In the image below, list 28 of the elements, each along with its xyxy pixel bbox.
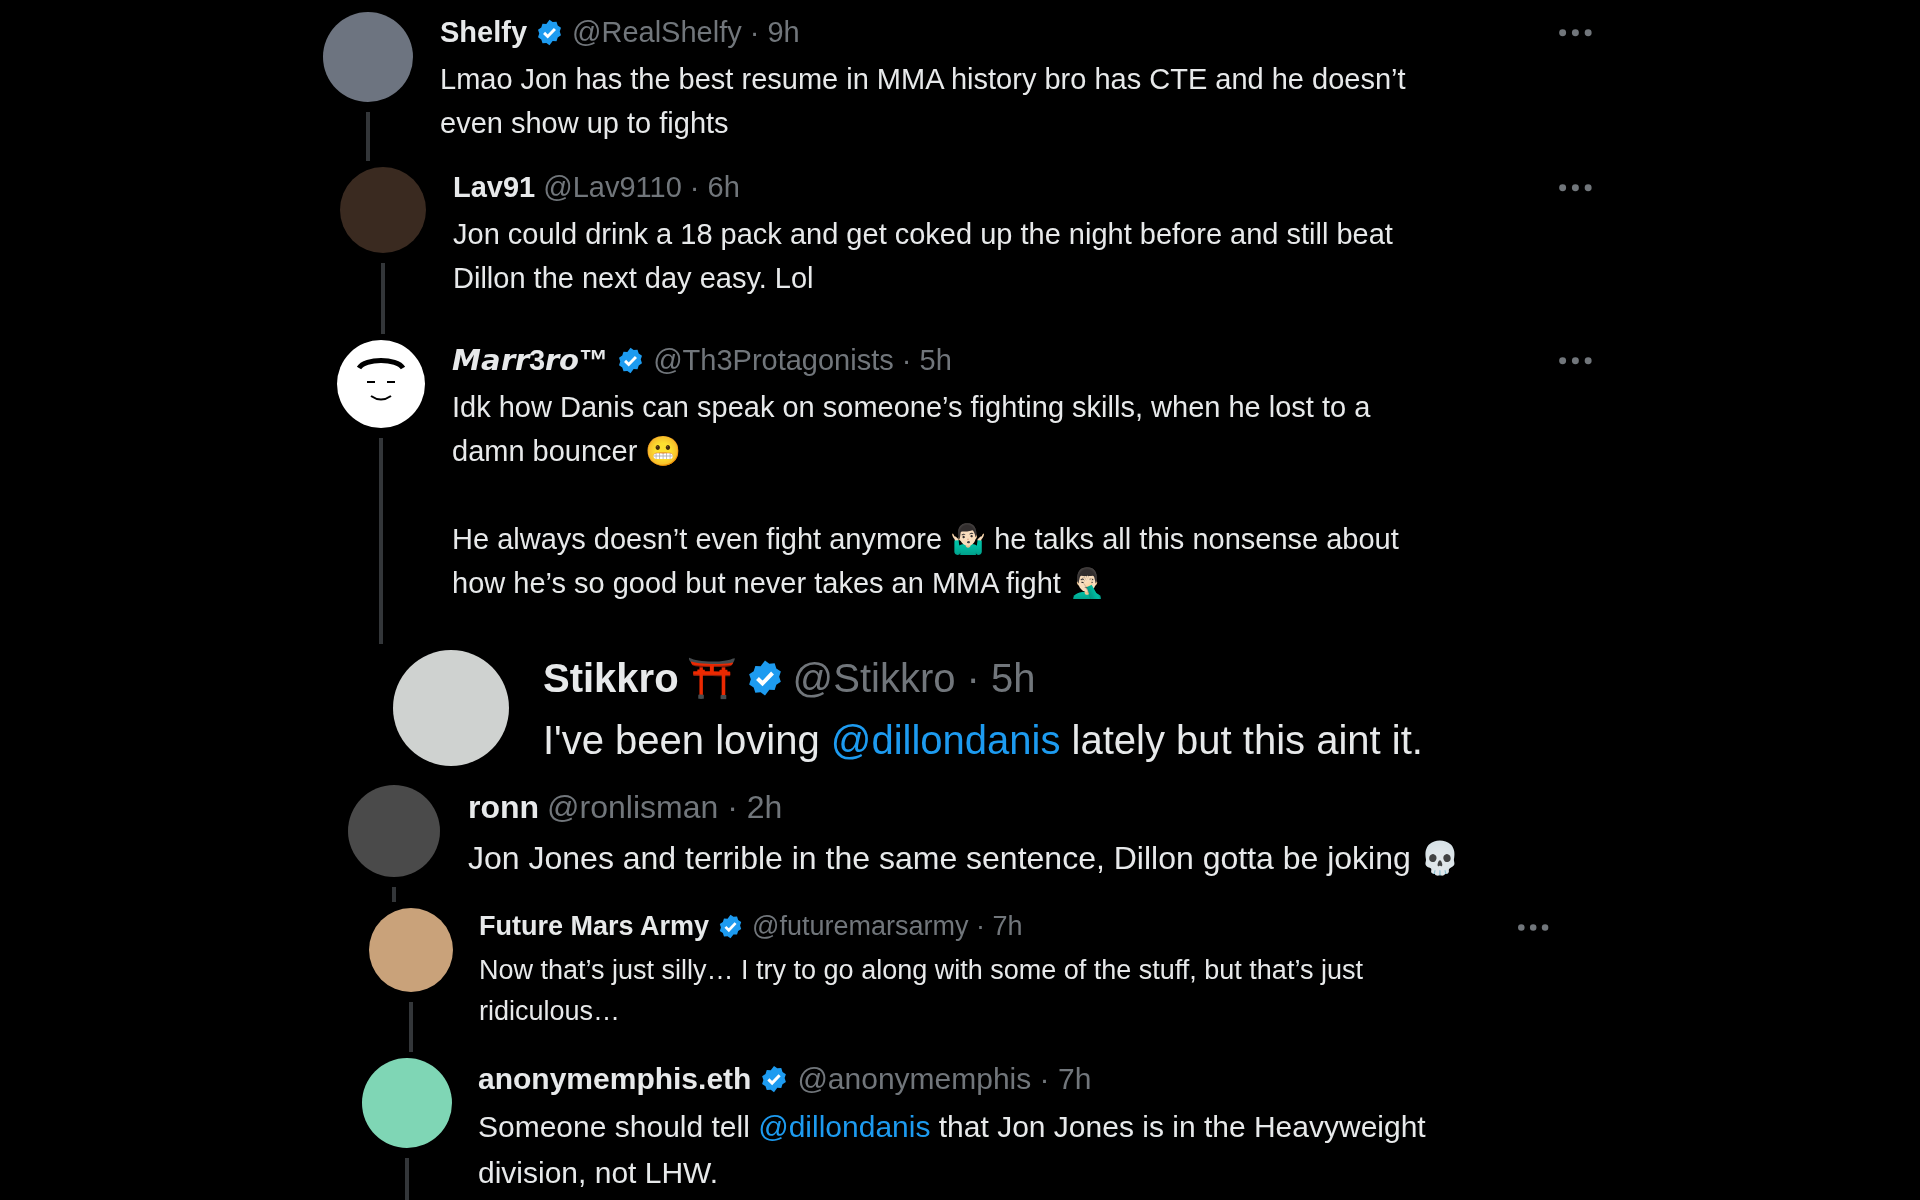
reply-text: Jon could drink a 18 pack and get coked up the night before and still beat Dillon the next day easy. Lol: [453, 216, 1394, 296]
user-name[interactable]: Lav91: [453, 170, 536, 204]
handle-and-time: @futuremarsarmy · 7h: [752, 911, 1023, 943]
mention-link[interactable]: @dillondanis: [830, 718, 1061, 762]
reply-text: Now that’s just silly… I try to go along with some of the stuff, but that’s just ridiculous…: [479, 953, 1364, 1028]
user-name[interactable]: ronn: [468, 788, 540, 826]
user-name[interactable]: Stikkro: [543, 655, 679, 701]
reply-text: Lmao Jon has the best resume in MMA history bro has CTE and he doesn’t even show up to fights: [440, 61, 1407, 141]
handle-and-time: @Lav9110 · 6h: [543, 170, 740, 204]
name-emoji: ⛩: [686, 654, 737, 702]
reply-text: Jon Jones and terrible in the same sentence, Dillon gotta be joking 💀: [468, 838, 1461, 878]
user-name[interactable]: Shelfy: [440, 15, 528, 49]
more-icon[interactable]: [1558, 181, 1593, 194]
handle-and-time: @Th3Protagonists · 5h: [653, 343, 952, 377]
user-name[interactable]: 𝙈𝙖𝙧𝙧3𝙧𝙤™: [452, 343, 609, 378]
handle-and-time: @anonymemphis · 7h: [797, 1062, 1092, 1096]
more-icon[interactable]: [1558, 354, 1593, 367]
reply-text: Someone should tell @dillondanis that Jon Jones is in the Heavyweight division, not LHW.: [478, 1109, 1427, 1191]
user-name[interactable]: Future Mars Army: [479, 911, 710, 943]
reply-text: I've been loving @dillondanis lately but this aint it.: [543, 717, 1424, 764]
more-icon[interactable]: [1516, 921, 1549, 933]
more-icon[interactable]: [1558, 26, 1593, 39]
mention-link[interactable]: @dillondanis: [758, 1110, 931, 1143]
handle-and-time: @RealShelfy · 9h: [572, 15, 800, 49]
user-name[interactable]: anonymemphis.eth: [478, 1062, 752, 1096]
reply-text: Idk how Danis can speak on someone’s fighting skills, when he lost to a damn bouncer 😬 He always doesn’t even fight anymore 🤷🏻‍♂ he talks all this nonsense about how he’s so good but never takes an MMA fight 🤦🏻‍♂: [452, 389, 1400, 601]
handle-and-time: @Stikkro · 5h: [792, 655, 1036, 701]
handle-and-time: @ronlisman · 2h: [547, 788, 783, 826]
